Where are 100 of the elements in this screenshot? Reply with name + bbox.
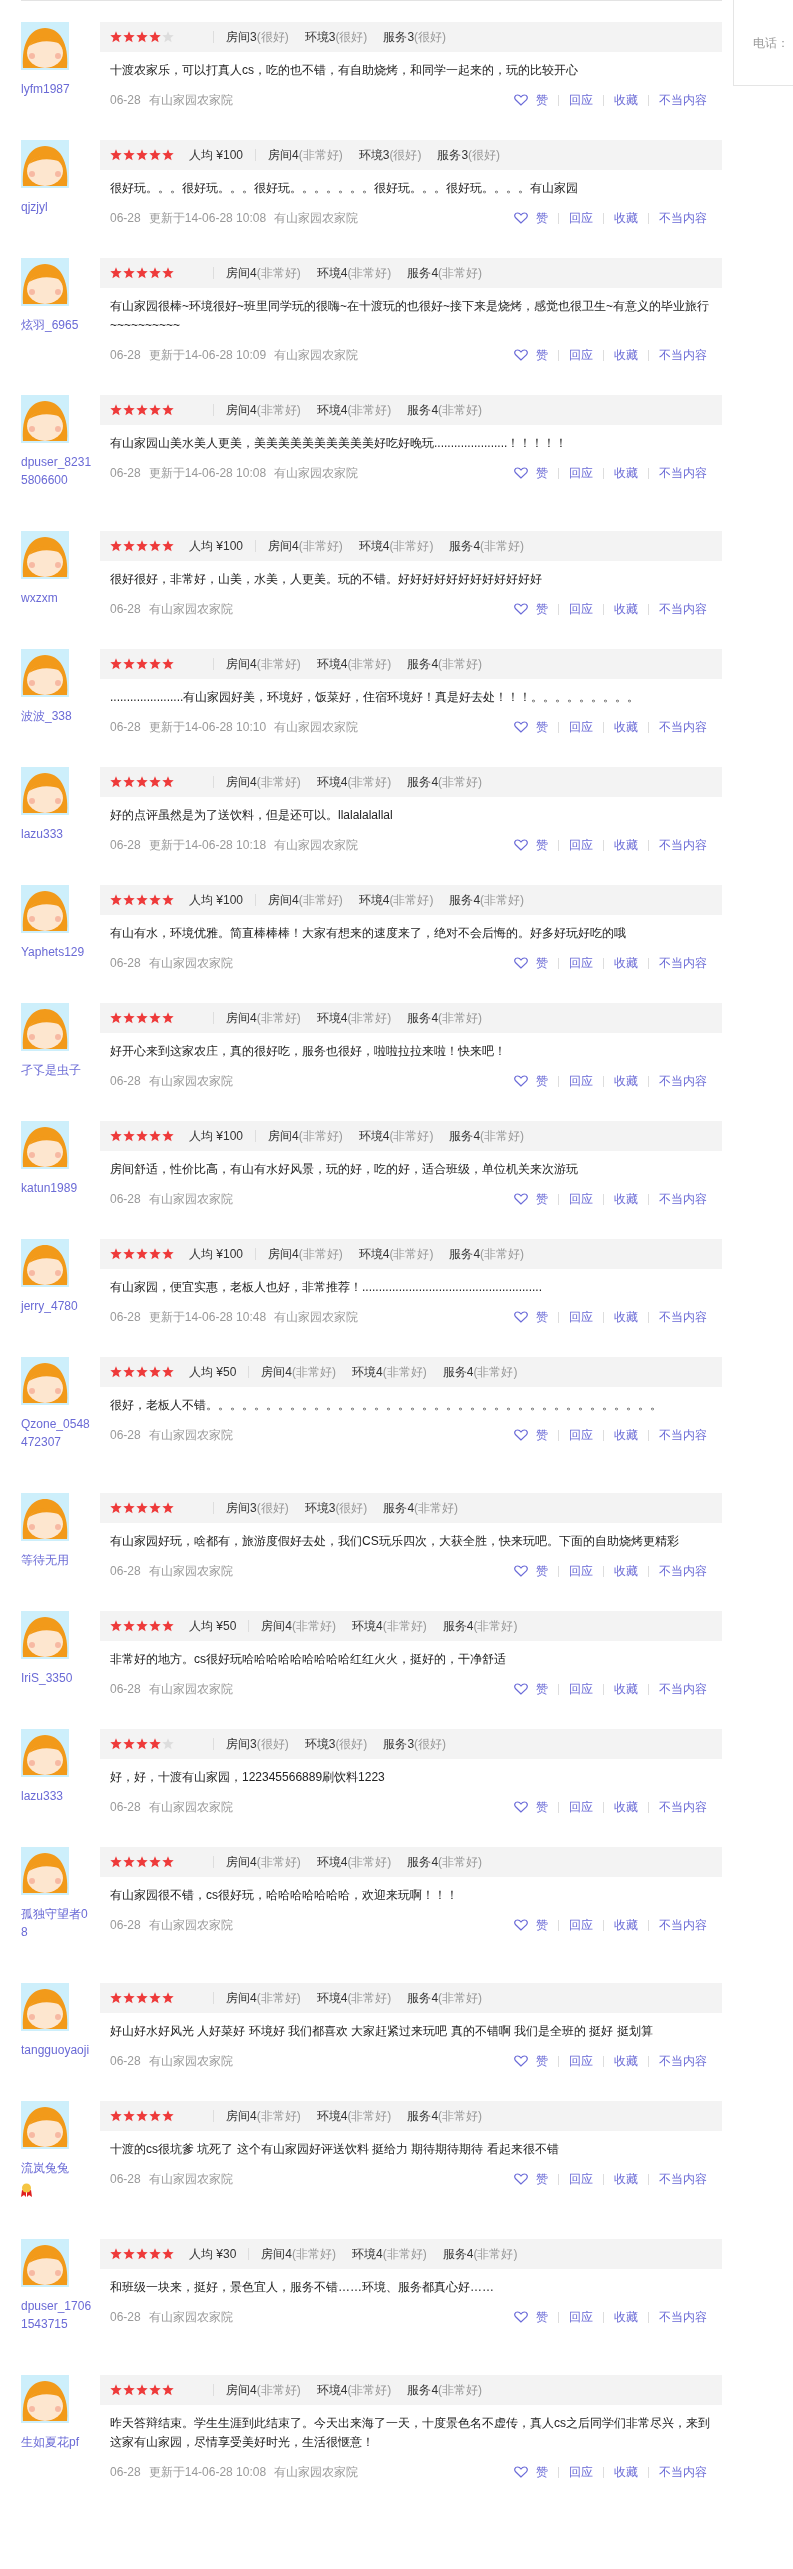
action-link[interactable]: 回应 — [569, 464, 593, 482]
action-link[interactable]: 回应 — [569, 1680, 593, 1698]
action-link[interactable]: 收藏 — [614, 91, 638, 109]
action-link[interactable]: 不当内容 — [659, 2308, 707, 2326]
action-link[interactable]: 收藏 — [614, 836, 638, 854]
heart-icon[interactable] — [514, 957, 528, 969]
action-link[interactable]: 赞 — [536, 1680, 548, 1698]
username[interactable]: dpuser_82315806600 — [21, 453, 93, 489]
action-link[interactable]: 回应 — [569, 2463, 593, 2481]
username[interactable]: 等待无用 — [21, 1551, 93, 1569]
action-link[interactable]: 回应 — [569, 954, 593, 972]
action-link[interactable]: 赞 — [536, 2052, 548, 2070]
action-link[interactable]: 回应 — [569, 1190, 593, 1208]
username[interactable]: IriS_3350 — [21, 1669, 93, 1687]
action-link[interactable]: 回应 — [569, 346, 593, 364]
action-link[interactable]: 不当内容 — [659, 1798, 707, 1816]
action-link[interactable]: 收藏 — [614, 2308, 638, 2326]
action-link[interactable]: 回应 — [569, 2170, 593, 2188]
action-link[interactable]: 收藏 — [614, 1916, 638, 1934]
action-link[interactable]: 不当内容 — [659, 91, 707, 109]
action-link[interactable]: 收藏 — [614, 464, 638, 482]
username[interactable]: 孑孓是虫子 — [21, 1061, 93, 1079]
action-link[interactable]: 赞 — [536, 1798, 548, 1816]
action-link[interactable]: 回应 — [569, 1426, 593, 1444]
action-link[interactable]: 收藏 — [614, 2052, 638, 2070]
action-link[interactable]: 不当内容 — [659, 718, 707, 736]
heart-icon[interactable] — [514, 1801, 528, 1813]
action-link[interactable]: 收藏 — [614, 346, 638, 364]
action-link[interactable]: 回应 — [569, 1308, 593, 1326]
action-link[interactable]: 收藏 — [614, 2170, 638, 2188]
username[interactable]: wxzxm — [21, 589, 93, 607]
heart-icon[interactable] — [514, 1565, 528, 1577]
action-link[interactable]: 回应 — [569, 1916, 593, 1934]
action-link[interactable]: 收藏 — [614, 1308, 638, 1326]
action-link[interactable]: 回应 — [569, 600, 593, 618]
action-link[interactable]: 回应 — [569, 209, 593, 227]
action-link[interactable]: 不当内容 — [659, 1562, 707, 1580]
action-link[interactable]: 收藏 — [614, 600, 638, 618]
action-link[interactable]: 不当内容 — [659, 2170, 707, 2188]
action-link[interactable]: 收藏 — [614, 2463, 638, 2481]
heart-icon[interactable] — [514, 1429, 528, 1441]
action-link[interactable]: 赞 — [536, 2170, 548, 2188]
heart-icon[interactable] — [514, 1193, 528, 1205]
action-link[interactable]: 收藏 — [614, 1190, 638, 1208]
action-link[interactable]: 不当内容 — [659, 464, 707, 482]
action-link[interactable]: 不当内容 — [659, 2463, 707, 2481]
heart-icon[interactable] — [514, 212, 528, 224]
heart-icon[interactable] — [514, 349, 528, 361]
username[interactable]: jerry_4780 — [21, 1297, 93, 1315]
action-link[interactable]: 赞 — [536, 954, 548, 972]
action-link[interactable]: 回应 — [569, 1072, 593, 1090]
heart-icon[interactable] — [514, 721, 528, 733]
username[interactable]: 炫羽_6965 — [21, 316, 93, 334]
action-link[interactable]: 回应 — [569, 91, 593, 109]
username[interactable]: 孤独守望者08 — [21, 1905, 93, 1941]
username[interactable]: lyfm1987 — [21, 80, 93, 98]
action-link[interactable]: 回应 — [569, 2308, 593, 2326]
action-link[interactable]: 收藏 — [614, 1426, 638, 1444]
heart-icon[interactable] — [514, 1683, 528, 1695]
username[interactable]: 生如夏花pf — [21, 2433, 93, 2451]
action-link[interactable]: 不当内容 — [659, 1190, 707, 1208]
action-link[interactable]: 赞 — [536, 718, 548, 736]
username[interactable]: qjzjyl — [21, 198, 93, 216]
action-link[interactable]: 不当内容 — [659, 1072, 707, 1090]
action-link[interactable]: 赞 — [536, 346, 548, 364]
action-link[interactable]: 赞 — [536, 1562, 548, 1580]
action-link[interactable]: 收藏 — [614, 718, 638, 736]
heart-icon[interactable] — [514, 2055, 528, 2067]
username[interactable]: dpuser_17061543715 — [21, 2297, 93, 2333]
action-link[interactable]: 收藏 — [614, 954, 638, 972]
action-link[interactable]: 回应 — [569, 1562, 593, 1580]
action-link[interactable]: 回应 — [569, 1798, 593, 1816]
username[interactable]: tangguoyaoji — [21, 2041, 93, 2059]
action-link[interactable]: 赞 — [536, 836, 548, 854]
heart-icon[interactable] — [514, 2466, 528, 2478]
action-link[interactable]: 收藏 — [614, 1798, 638, 1816]
action-link[interactable]: 不当内容 — [659, 346, 707, 364]
action-link[interactable]: 回应 — [569, 718, 593, 736]
action-link[interactable]: 不当内容 — [659, 1308, 707, 1326]
action-link[interactable]: 赞 — [536, 1916, 548, 1934]
action-link[interactable]: 收藏 — [614, 1072, 638, 1090]
heart-icon[interactable] — [514, 839, 528, 851]
heart-icon[interactable] — [514, 2311, 528, 2323]
username[interactable]: katun1989 — [21, 1179, 93, 1197]
action-link[interactable]: 不当内容 — [659, 2052, 707, 2070]
action-link[interactable]: 不当内容 — [659, 600, 707, 618]
action-link[interactable]: 不当内容 — [659, 1916, 707, 1934]
action-link[interactable]: 不当内容 — [659, 1426, 707, 1444]
action-link[interactable]: 赞 — [536, 1072, 548, 1090]
action-link[interactable]: 不当内容 — [659, 209, 707, 227]
username[interactable]: Qzone_0548472307 — [21, 1415, 93, 1451]
action-link[interactable]: 不当内容 — [659, 836, 707, 854]
username[interactable]: 流岚兔兔 — [21, 2159, 93, 2177]
username[interactable]: Yaphets129 — [21, 943, 93, 961]
heart-icon[interactable] — [514, 1311, 528, 1323]
action-link[interactable]: 不当内容 — [659, 1680, 707, 1698]
action-link[interactable]: 收藏 — [614, 1680, 638, 1698]
heart-icon[interactable] — [514, 1919, 528, 1931]
action-link[interactable]: 不当内容 — [659, 954, 707, 972]
action-link[interactable]: 赞 — [536, 91, 548, 109]
